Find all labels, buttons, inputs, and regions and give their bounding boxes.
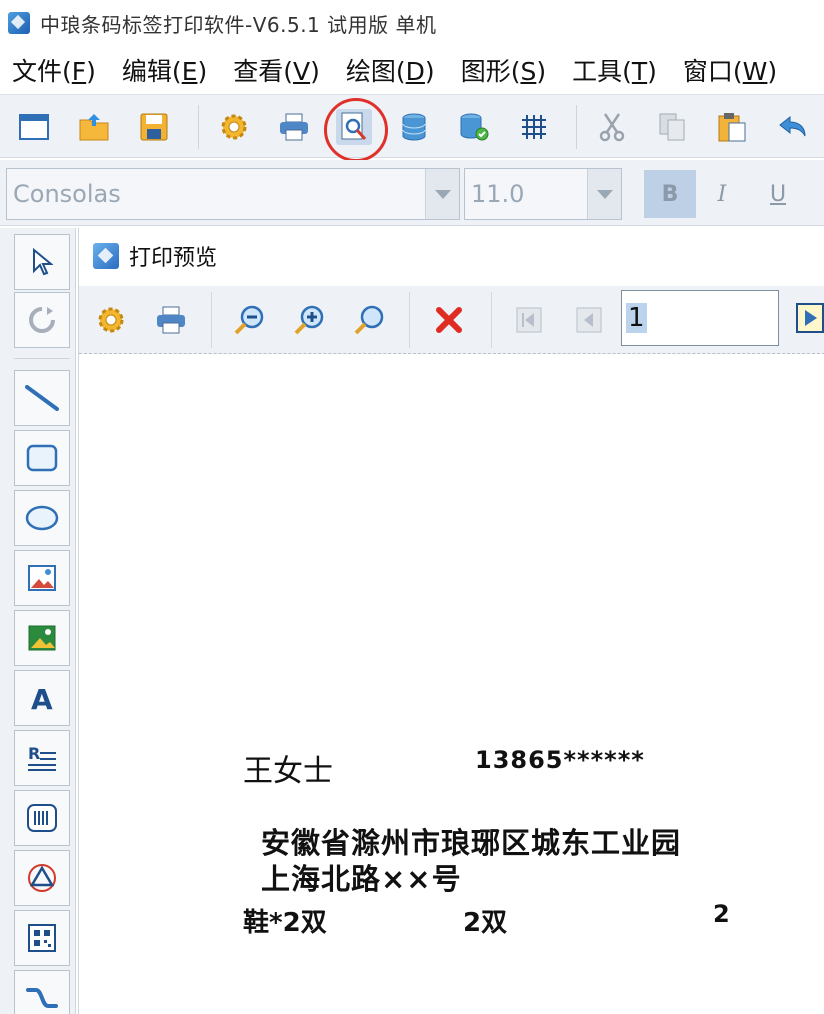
highlight-ring bbox=[324, 98, 388, 162]
grid-icon[interactable] bbox=[516, 109, 552, 145]
select-arrow-icon[interactable] bbox=[14, 234, 70, 290]
underline-button[interactable]: U bbox=[752, 170, 804, 218]
picture-icon[interactable] bbox=[14, 610, 70, 666]
image-icon[interactable] bbox=[14, 550, 70, 606]
chevron-down-icon[interactable] bbox=[587, 169, 621, 219]
page-number-value: 1 bbox=[626, 303, 647, 333]
zoom-fit-icon[interactable] bbox=[349, 300, 389, 340]
label-preview: 王女士 13865****** 安徽省滁州市琅琊区城东工业园 上海北路××号 鞋… bbox=[79, 356, 824, 1014]
preview-app-icon bbox=[93, 243, 119, 269]
paste-icon[interactable] bbox=[714, 109, 750, 145]
qrcode-icon[interactable] bbox=[14, 910, 70, 966]
address-line-2: 上海北路××号 bbox=[261, 862, 462, 896]
menu-edit[interactable]: 编辑(E) bbox=[122, 52, 207, 88]
italic-button[interactable]: I bbox=[696, 170, 748, 218]
chevron-down-icon[interactable] bbox=[425, 169, 459, 219]
prev-page-icon[interactable] bbox=[569, 300, 609, 340]
window-title: 中琅条码标签打印软件-V6.5.1 试用版 单机 bbox=[40, 12, 437, 37]
toolbar-separator bbox=[491, 292, 492, 348]
open-icon[interactable] bbox=[76, 109, 112, 145]
preview-title-bar: 打印预览 bbox=[79, 228, 824, 284]
text-icon[interactable]: A bbox=[14, 670, 70, 726]
close-icon[interactable] bbox=[429, 300, 469, 340]
item-description: 鞋*2双 bbox=[243, 908, 327, 938]
menu-shape[interactable]: 图形(S) bbox=[461, 52, 546, 88]
drawing-toolbox: A R bbox=[0, 228, 76, 1014]
print-icon[interactable] bbox=[276, 109, 312, 145]
main-toolbar bbox=[0, 94, 824, 158]
print-preview-window: 打印预览 1 王女士 13865****** 安徽省滁州市琅琊区城东工业园 上海… bbox=[78, 228, 824, 1014]
font-toolbar: Consolas 11.0 B I U bbox=[0, 160, 824, 226]
settings-icon[interactable] bbox=[91, 300, 131, 340]
preview-title: 打印预览 bbox=[129, 246, 218, 271]
toolbox-separator bbox=[14, 358, 70, 359]
total-count: 2 bbox=[713, 900, 730, 928]
menu-view[interactable]: 查看(V) bbox=[233, 52, 320, 88]
zoom-in-icon[interactable] bbox=[289, 300, 329, 340]
next-page-icon[interactable] bbox=[795, 302, 824, 334]
undo-icon[interactable] bbox=[774, 109, 810, 145]
toolbar-separator bbox=[198, 105, 199, 149]
cut-icon[interactable] bbox=[594, 109, 630, 145]
database-connect-icon[interactable] bbox=[456, 109, 492, 145]
recipient-phone: 13865****** bbox=[475, 746, 645, 774]
copy-icon[interactable] bbox=[654, 109, 690, 145]
barcode-icon[interactable] bbox=[14, 790, 70, 846]
line-icon[interactable] bbox=[14, 370, 70, 426]
curve-icon[interactable] bbox=[14, 970, 70, 1014]
rotate-icon[interactable] bbox=[14, 292, 70, 348]
font-family-select[interactable]: Consolas bbox=[6, 168, 460, 220]
menu-window[interactable]: 窗口(W) bbox=[683, 52, 777, 88]
shape-icon[interactable] bbox=[14, 850, 70, 906]
menu-tools[interactable]: 工具(T) bbox=[572, 52, 657, 88]
menu-bar: 文件(F) 编辑(E) 查看(V) 绘图(D) 图形(S) 工具(T) 窗口(W… bbox=[0, 48, 824, 92]
font-size-value: 11.0 bbox=[471, 180, 525, 208]
menu-file[interactable]: 文件(F) bbox=[12, 52, 96, 88]
rich-text-icon[interactable]: R bbox=[14, 730, 70, 786]
ellipse-icon[interactable] bbox=[14, 490, 70, 546]
item-quantity: 2双 bbox=[463, 908, 508, 938]
first-page-icon[interactable] bbox=[509, 300, 549, 340]
zoom-out-icon[interactable] bbox=[229, 300, 269, 340]
svg-text:R: R bbox=[28, 744, 40, 763]
toolbar-separator bbox=[211, 292, 212, 348]
database-icon[interactable] bbox=[396, 109, 432, 145]
recipient-name: 王女士 bbox=[243, 754, 333, 789]
bold-button[interactable]: B bbox=[644, 170, 696, 218]
page-number-input[interactable]: 1 bbox=[621, 290, 779, 346]
toolbar-separator bbox=[409, 292, 410, 348]
svg-text:A: A bbox=[31, 683, 53, 713]
app-logo-icon bbox=[8, 12, 30, 34]
save-icon[interactable] bbox=[136, 109, 172, 145]
font-size-select[interactable]: 11.0 bbox=[464, 168, 622, 220]
settings-icon[interactable] bbox=[216, 109, 252, 145]
new-icon[interactable] bbox=[16, 109, 52, 145]
rectangle-icon[interactable] bbox=[14, 430, 70, 486]
font-family-value: Consolas bbox=[13, 180, 121, 208]
menu-draw[interactable]: 绘图(D) bbox=[346, 52, 435, 88]
toolbar-separator bbox=[576, 105, 577, 149]
title-bar: 中琅条码标签打印软件-V6.5.1 试用版 单机 bbox=[0, 0, 824, 46]
print-icon[interactable] bbox=[151, 300, 191, 340]
